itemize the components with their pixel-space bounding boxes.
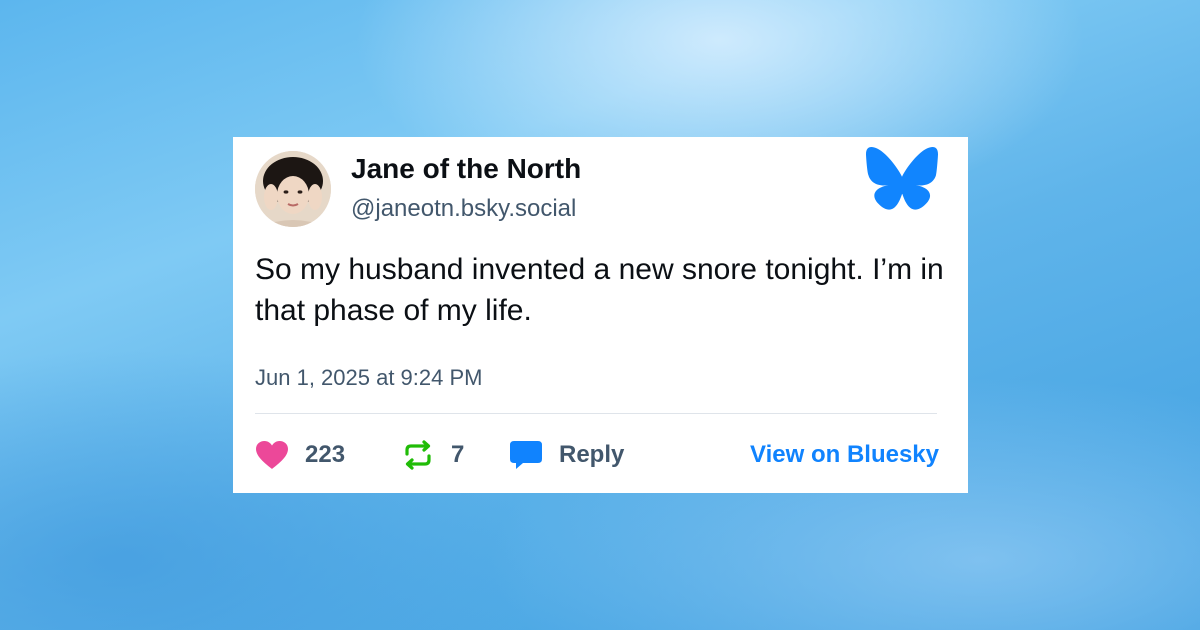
avatar[interactable]	[255, 151, 331, 227]
reply-button[interactable]: Reply	[509, 435, 624, 475]
repost-count: 7	[451, 441, 465, 468]
author-display-name[interactable]: Jane of the North	[351, 153, 581, 185]
profile-photo-icon	[255, 151, 331, 227]
post-text: So my husband invented a new snore tonig…	[255, 253, 944, 327]
action-bar: 223 7 Reply View on Bluesky	[255, 435, 939, 475]
like-button[interactable]: 223	[255, 435, 345, 475]
reply-label: Reply	[559, 441, 625, 468]
divider	[255, 413, 937, 414]
repost-button[interactable]: 7	[401, 435, 464, 475]
author-handle[interactable]: @janeotn.bsky.social	[351, 195, 576, 223]
view-on-bluesky-link[interactable]: View on Bluesky	[750, 435, 939, 475]
like-count: 223	[305, 441, 346, 468]
repost-icon	[405, 440, 431, 470]
speech-bubble-icon	[510, 441, 542, 469]
heart-icon	[256, 441, 288, 469]
bluesky-butterfly-icon	[866, 147, 938, 211]
post-timestamp[interactable]: Jun 1, 2025 at 9:24 PM	[255, 365, 483, 391]
post-card: Jane of the North @janeotn.bsky.social S…	[233, 137, 968, 493]
